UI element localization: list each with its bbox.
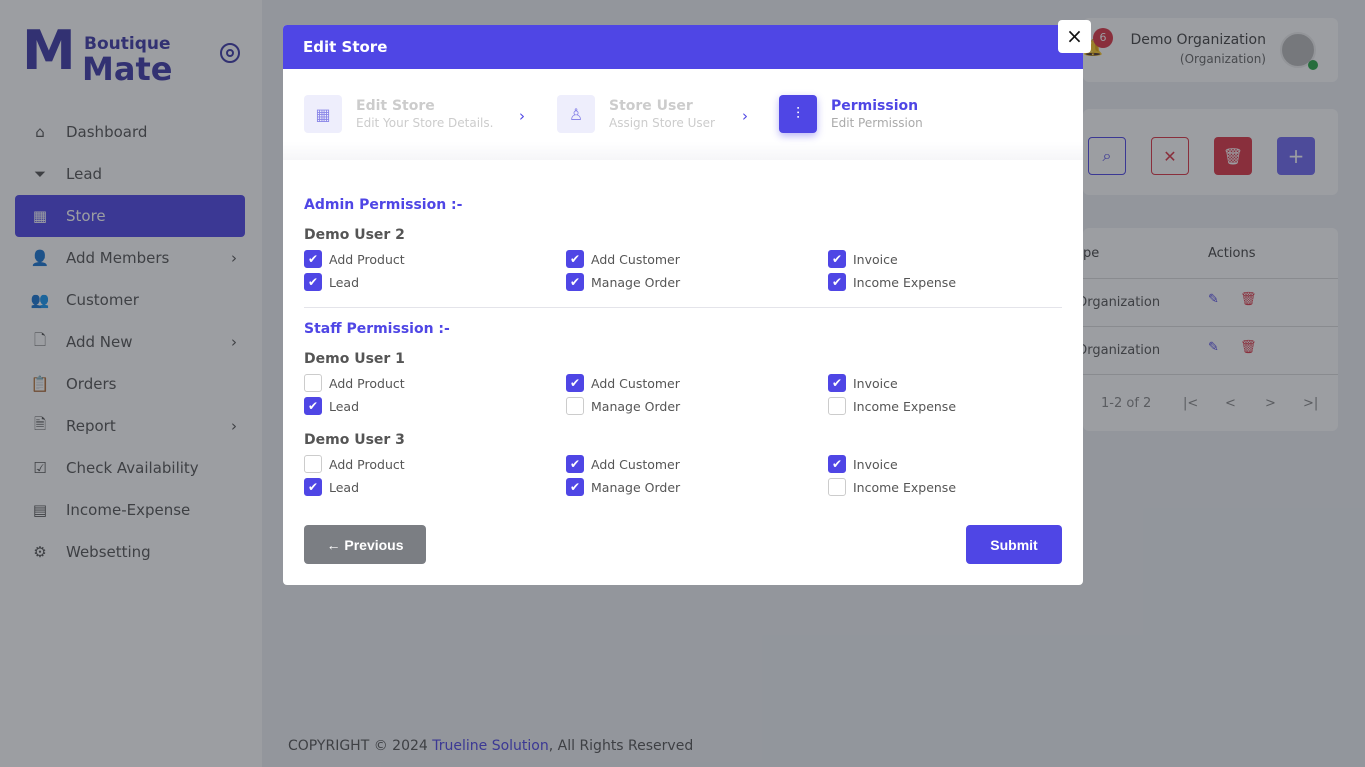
checkbox-checked[interactable]: ✔ [566,273,584,291]
permission-grid: ✔ Add Product ✔ Add Customer ✔ Invoice ✔ Lead ✔ M… [304,250,1062,291]
permission-checkbox[interactable]: ✔ Add Customer [566,250,828,268]
permission-label: Add Customer [591,375,680,391]
checkbox-checked[interactable]: ✔ [566,250,584,268]
checkbox-checked[interactable]: ✔ [304,397,322,415]
permission-label: Add Product [329,456,405,472]
user-name: Demo User 2 [304,227,405,243]
permission-label: Invoice [853,375,898,391]
checkbox-checked[interactable]: ✔ [304,250,322,268]
permission-label: Invoice [853,456,898,472]
permission-label: Add Product [329,251,405,267]
checkbox-checked[interactable]: ✔ [304,478,322,496]
permission-label: Manage Order [591,479,681,495]
step-subtitle: Edit Permission [831,116,923,130]
previous-button[interactable]: ← Previous [304,525,426,564]
step-title: Store User [609,98,693,114]
permission-checkbox[interactable]: ✔ Invoice [828,250,1058,268]
close-modal-button[interactable]: × [1058,20,1091,53]
permission-label: Income Expense [853,398,957,414]
permission-label: Manage Order [591,274,681,290]
checkbox-checked[interactable]: ✔ [828,250,846,268]
permission-label: Add Customer [591,251,680,267]
permission-checkbox[interactable]: ✔ Invoice [828,374,1058,392]
checkbox-checked[interactable]: ✔ [828,374,846,392]
divider [304,307,1062,308]
checkbox-unchecked[interactable] [304,374,322,392]
chevron-right-icon: › [519,107,525,125]
checkbox-checked[interactable]: ✔ [566,478,584,496]
permission-grid: Add Product ✔ Add Customer ✔ Invoice ✔ Lead Man… [304,374,1062,415]
step-subtitle: Assign Store User [609,116,715,130]
permission-checkbox[interactable]: ✔ Add Product [304,250,566,268]
permission-label: Income Expense [853,479,957,495]
permission-label: Income Expense [853,274,957,290]
permission-checkbox[interactable]: Income Expense [828,478,1058,496]
permission-form: Admin Permission :- Demo User 2 ✔ Add Produ… [283,197,1083,496]
permission-grid: Add Product ✔ Add Customer ✔ Invoice ✔ Lead ✔ Ma… [304,455,1062,496]
stepper: ▦ Edit Store Edit Your Store Details. › ♙… [283,69,1083,160]
modal-title: Edit Store [283,25,1083,69]
checkbox-checked[interactable]: ✔ [828,273,846,291]
permission-label: Invoice [853,251,898,267]
permission-checkbox[interactable]: ✔ Lead [304,478,566,496]
permission-checkbox[interactable]: ✔ Income Expense [828,273,1058,291]
chevron-right-icon: › [742,107,748,125]
permission-label: Add Customer [591,456,680,472]
checkbox-unchecked[interactable] [304,455,322,473]
permission-checkbox[interactable]: ✔ Add Customer [566,455,828,473]
step-subtitle: Edit Your Store Details. [356,116,494,130]
permission-checkbox[interactable]: ✔ Manage Order [566,478,828,496]
step-title: Edit Store [356,98,435,114]
section-title: Admin Permission :- [304,197,463,213]
sliders-icon: ⫶ [779,95,817,133]
permission-label: Manage Order [591,398,681,414]
permission-checkbox[interactable]: ✔ Manage Order [566,273,828,291]
grid-icon: ▦ [304,95,342,133]
edit-store-modal: Edit Store ▦ Edit Store Edit Your Store D… [283,25,1083,585]
user-icon: ♙ [557,95,595,133]
step-store-user[interactable]: ♙ Store User Assign Store User [557,95,715,133]
checkbox-checked[interactable]: ✔ [828,455,846,473]
permission-checkbox[interactable]: ✔ Lead [304,273,566,291]
permission-checkbox[interactable]: Income Expense [828,397,1058,415]
checkbox-checked[interactable]: ✔ [566,374,584,392]
step-permission[interactable]: ⫶ Permission Edit Permission [779,95,923,133]
checkbox-unchecked[interactable] [566,397,584,415]
permission-label: Lead [329,479,360,495]
checkbox-unchecked[interactable] [828,478,846,496]
user-name: Demo User 1 [304,351,405,367]
section-title: Staff Permission :- [304,321,450,337]
permission-checkbox[interactable]: ✔ Lead [304,397,566,415]
step-title: Permission [831,98,919,114]
permission-checkbox[interactable]: Manage Order [566,397,828,415]
permission-checkbox[interactable]: Add Product [304,455,566,473]
permission-checkbox[interactable]: ✔ Invoice [828,455,1058,473]
checkbox-checked[interactable]: ✔ [304,273,322,291]
permission-label: Lead [329,398,360,414]
user-name: Demo User 3 [304,432,405,448]
submit-button[interactable]: Submit [966,525,1062,564]
permission-label: Add Product [329,375,405,391]
permission-checkbox[interactable]: Add Product [304,374,566,392]
permission-checkbox[interactable]: ✔ Add Customer [566,374,828,392]
checkbox-unchecked[interactable] [828,397,846,415]
permission-label: Lead [329,274,360,290]
step-edit-store[interactable]: ▦ Edit Store Edit Your Store Details. [304,95,493,133]
checkbox-checked[interactable]: ✔ [566,455,584,473]
